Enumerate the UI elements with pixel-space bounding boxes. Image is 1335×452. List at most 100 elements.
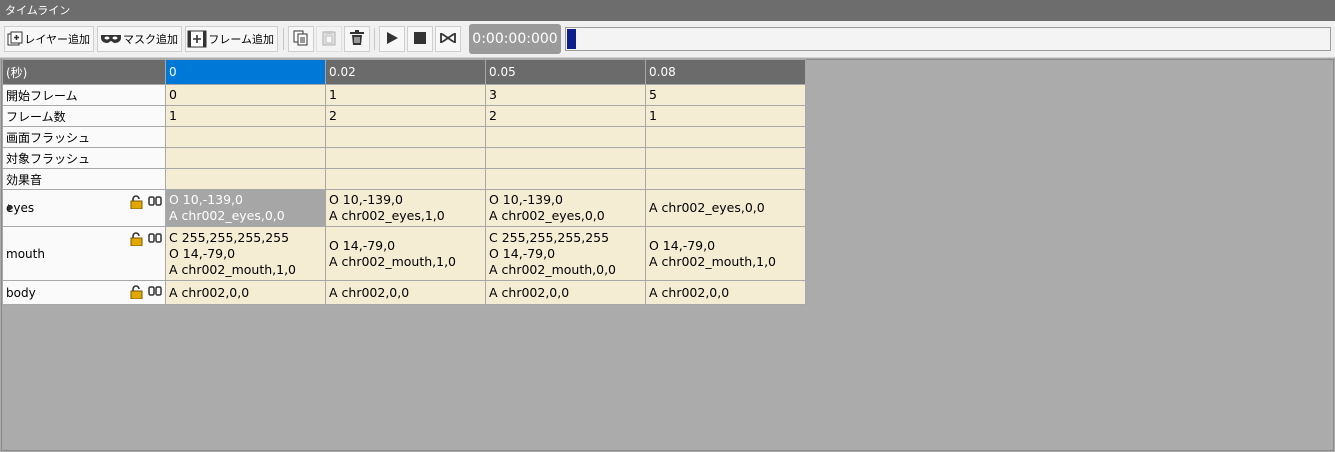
cell-line: A chr002_eyes,0,0 — [169, 208, 285, 223]
link-icon[interactable] — [148, 232, 162, 249]
add-frame-button[interactable]: フレーム追加 — [185, 26, 278, 52]
sound-effect-cell[interactable] — [485, 168, 646, 190]
sound-effect-row: 効果音 — [2, 168, 806, 190]
cell-line: O 14,-79,0 — [489, 245, 556, 261]
cell-line: A chr002_eyes,0,0 — [649, 200, 765, 215]
expand-arrow-icon[interactable] — [8, 204, 13, 212]
cell-line: A chr002_mouth,1,0 — [169, 261, 296, 277]
add-mask-icon — [98, 27, 123, 51]
cell-line: A chr002_eyes,0,0 — [489, 208, 605, 223]
add-frame-label: フレーム追加 — [208, 33, 274, 46]
screen-flash-cell[interactable] — [165, 126, 326, 148]
target-flash-cell[interactable] — [645, 147, 806, 169]
target-flash-cell[interactable] — [485, 147, 646, 169]
start-frame-cell[interactable]: 1 — [325, 84, 486, 106]
frame-count-cell[interactable]: 2 — [325, 105, 486, 127]
keyframe-cell[interactable]: A chr002,0,0 — [325, 280, 486, 305]
row-label: 開始フレーム — [2, 84, 166, 106]
seek-thumb[interactable] — [567, 29, 576, 49]
lock-icon[interactable] — [130, 232, 143, 249]
keyframe-cell[interactable]: O 10,-139,0 A chr002_eyes,0,0 — [485, 189, 646, 227]
stop-button[interactable] — [407, 26, 433, 52]
start-frame-cell[interactable]: 3 — [485, 84, 646, 106]
copy-icon — [293, 30, 309, 49]
frame-count-row: フレーム数 1 2 2 1 — [2, 105, 806, 127]
layer-row-mouth: mouth C 255,255,255,255 O 14,-79,0 A chr00… — [2, 226, 806, 281]
time-column-header[interactable]: 0.02 — [325, 59, 486, 85]
layer-header-body[interactable]: body — [2, 280, 166, 305]
keyframe-cell[interactable]: O 10,-139,0 A chr002_eyes,1,0 — [325, 189, 486, 227]
layer-header-mouth[interactable]: mouth — [2, 226, 166, 281]
paste-button[interactable] — [316, 26, 342, 52]
keyframe-cell[interactable]: A chr002,0,0 — [645, 280, 806, 305]
cell-line: O 14,-79,0 — [649, 237, 716, 253]
keyframe-cell[interactable]: A chr002,0,0 — [485, 280, 646, 305]
keyframe-cell[interactable]: A chr002_eyes,0,0 — [645, 189, 806, 227]
play-button[interactable] — [379, 26, 405, 52]
add-mask-button[interactable]: マスク追加 — [97, 26, 182, 52]
lock-icon[interactable] — [130, 285, 143, 302]
cell-line: A chr002_mouth,1,0 — [329, 253, 456, 269]
screen-flash-cell[interactable] — [645, 126, 806, 148]
copy-button[interactable] — [288, 26, 314, 52]
target-flash-cell[interactable] — [165, 147, 326, 169]
keyframe-cell[interactable]: O 14,-79,0 A chr002_mouth,1,0 — [325, 226, 486, 281]
cell-line: A chr002_mouth,0,0 — [489, 261, 616, 277]
screen-flash-row: 画面フラッシュ — [2, 126, 806, 148]
screen-flash-cell[interactable] — [325, 126, 486, 148]
keyframe-cell[interactable]: A chr002,0,0 — [165, 280, 326, 305]
cell-line: O 14,-79,0 — [169, 245, 236, 261]
keyframe-cell[interactable]: C 255,255,255,255 O 14,-79,0 A chr002_mout… — [165, 226, 326, 281]
start-frame-row: 開始フレーム 0 1 3 5 — [2, 84, 806, 106]
row-label: フレーム数 — [2, 105, 166, 127]
time-unit-label: (秒) — [2, 59, 166, 85]
paste-icon — [321, 30, 337, 49]
time-column-header[interactable]: 0.08 — [645, 59, 806, 85]
stop-icon — [414, 31, 426, 47]
frame-count-cell[interactable]: 1 — [645, 105, 806, 127]
layer-row-body: body A chr002,0,0 A chr002,0,0 A chr002,… — [2, 280, 806, 305]
cell-line: A chr002_mouth,1,0 — [649, 253, 776, 269]
row-label: 対象フラッシュ — [2, 147, 166, 169]
lock-icon[interactable] — [130, 195, 143, 212]
add-mask-label: マスク追加 — [123, 33, 178, 46]
link-icon[interactable] — [148, 285, 162, 302]
cell-line: O 10,-139,0 — [329, 192, 403, 207]
start-frame-cell[interactable]: 0 — [165, 84, 326, 106]
add-layer-button[interactable]: レイヤー追加 — [4, 26, 94, 52]
timeline-grid: (秒) 0 0.02 0.05 0.08 開始フレーム 0 1 3 5 フレーム… — [2, 59, 806, 305]
target-flash-cell[interactable] — [325, 147, 486, 169]
link-icon[interactable] — [148, 195, 162, 212]
add-layer-label: レイヤー追加 — [24, 33, 90, 46]
time-header-row: (秒) 0 0.02 0.05 0.08 — [2, 59, 806, 85]
sound-effect-cell[interactable] — [645, 168, 806, 190]
cell-line: C 255,255,255,255 — [169, 229, 290, 245]
delete-button[interactable] — [344, 26, 370, 52]
loop-button[interactable] — [435, 26, 461, 52]
layer-header-eyes[interactable]: eyes — [2, 189, 166, 227]
toolbar-separator — [374, 28, 375, 50]
cell-line: O 10,-139,0 — [169, 192, 243, 207]
loop-icon — [439, 31, 457, 48]
toolbar-separator — [283, 28, 284, 50]
time-column-header[interactable]: 0.05 — [485, 59, 646, 85]
time-column-header[interactable]: 0 — [165, 59, 326, 85]
cell-line: A chr002_eyes,1,0 — [329, 208, 445, 223]
keyframe-cell[interactable]: O 10,-139,0 A chr002_eyes,0,0 — [165, 189, 326, 227]
keyframe-cell[interactable]: C 255,255,255,255 O 14,-79,0 A chr002_mout… — [485, 226, 646, 281]
start-frame-cell[interactable]: 5 — [645, 84, 806, 106]
add-layer-icon — [5, 27, 24, 51]
panel-title: タイムライン — [0, 0, 1335, 21]
play-icon — [385, 31, 399, 48]
keyframe-cell[interactable]: O 14,-79,0 A chr002_mouth,1,0 — [645, 226, 806, 281]
sound-effect-cell[interactable] — [325, 168, 486, 190]
frame-count-cell[interactable]: 1 — [165, 105, 326, 127]
frame-count-cell[interactable]: 2 — [485, 105, 646, 127]
row-label: 効果音 — [2, 168, 166, 190]
seek-bar[interactable] — [565, 27, 1331, 51]
screen-flash-cell[interactable] — [485, 126, 646, 148]
sound-effect-cell[interactable] — [165, 168, 326, 190]
target-flash-row: 対象フラッシュ — [2, 147, 806, 169]
add-frame-icon — [186, 27, 208, 51]
timecode-display: 0:00:00:000 — [469, 24, 561, 54]
